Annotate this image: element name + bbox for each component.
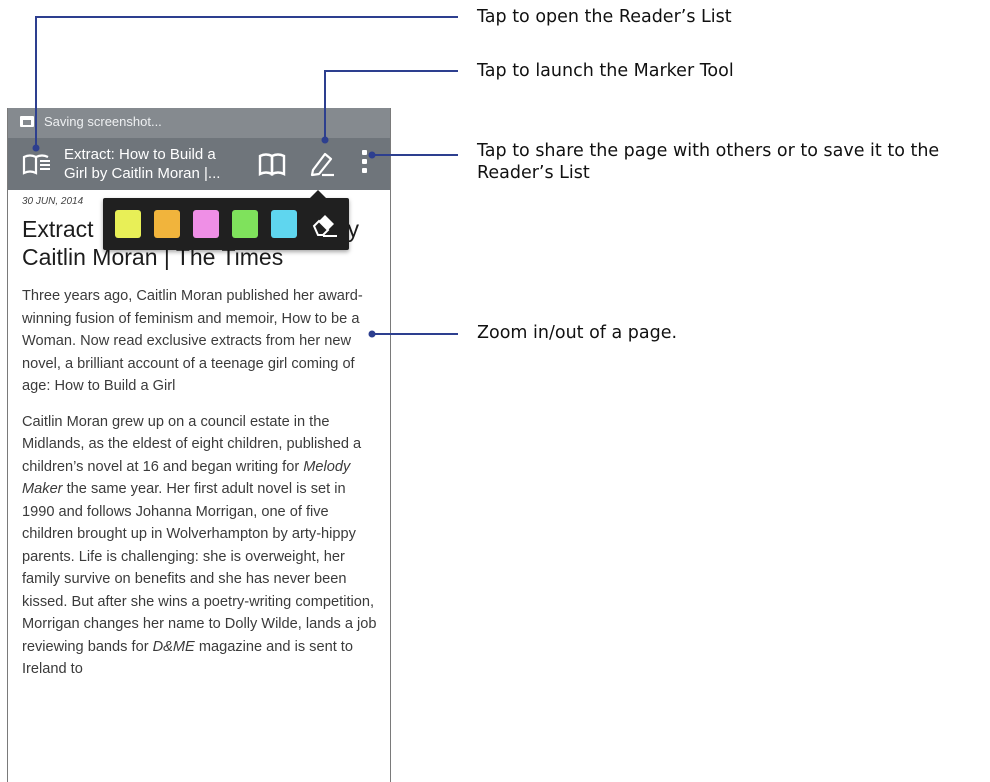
para2-emphasis-dme: D&ME [152, 638, 195, 655]
reader-screen[interactable]: Saving screenshot... Extract: How to Bui… [7, 108, 391, 782]
callout-zoom: Zoom in/out of a page. [477, 323, 678, 343]
swatch-cyan[interactable] [271, 210, 297, 238]
marker-icon[interactable] [308, 148, 336, 178]
article-content[interactable]: 30 JUN, 2014 Extract y Caitlin Moran | T… [22, 196, 377, 694]
app-title-line1: Extract: How to Build a [64, 146, 216, 163]
more-options-icon[interactable] [357, 150, 371, 180]
marker-palette [103, 190, 349, 250]
status-text: Saving screenshot... [44, 114, 162, 129]
stage: Saving screenshot... Extract: How to Bui… [0, 0, 990, 782]
app-bar: Extract: How to Build a Girl by Caitlin … [8, 138, 390, 190]
callout-share-line1: Tap to share the page with others or to … [477, 141, 940, 161]
app-title-line2: Girl by Caitlin Moran |... [64, 165, 221, 182]
para2-text-b: the same year. Her first adult novel is … [22, 481, 377, 655]
callout-readers-list: Tap to open the Reader’s List [477, 7, 732, 27]
book-icon[interactable] [258, 151, 286, 177]
article-title-bar: Extract: How to Build a Girl by Caitlin … [64, 145, 249, 183]
callout-share-line2: Reader’s List [477, 163, 590, 183]
swatch-orange[interactable] [154, 210, 180, 238]
swatch-yellow[interactable] [115, 210, 141, 238]
swatch-green[interactable] [232, 210, 258, 238]
article-paragraph-2: Caitlin Moran grew up on a council estat… [22, 411, 377, 681]
status-bar: Saving screenshot... [8, 108, 390, 138]
callout-marker-tool: Tap to launch the Marker Tool [477, 61, 734, 81]
readers-list-icon[interactable] [22, 152, 52, 176]
article-title-start: Extract [22, 216, 94, 242]
swatch-pink[interactable] [193, 210, 219, 238]
callout-share: Tap to share the page with others or to … [477, 140, 939, 184]
article-paragraph-1: Three years ago, Caitlin Moran published… [22, 288, 363, 394]
eraser-icon[interactable] [310, 210, 338, 238]
screenshot-icon [20, 116, 34, 127]
article-title-end: y [347, 216, 360, 242]
